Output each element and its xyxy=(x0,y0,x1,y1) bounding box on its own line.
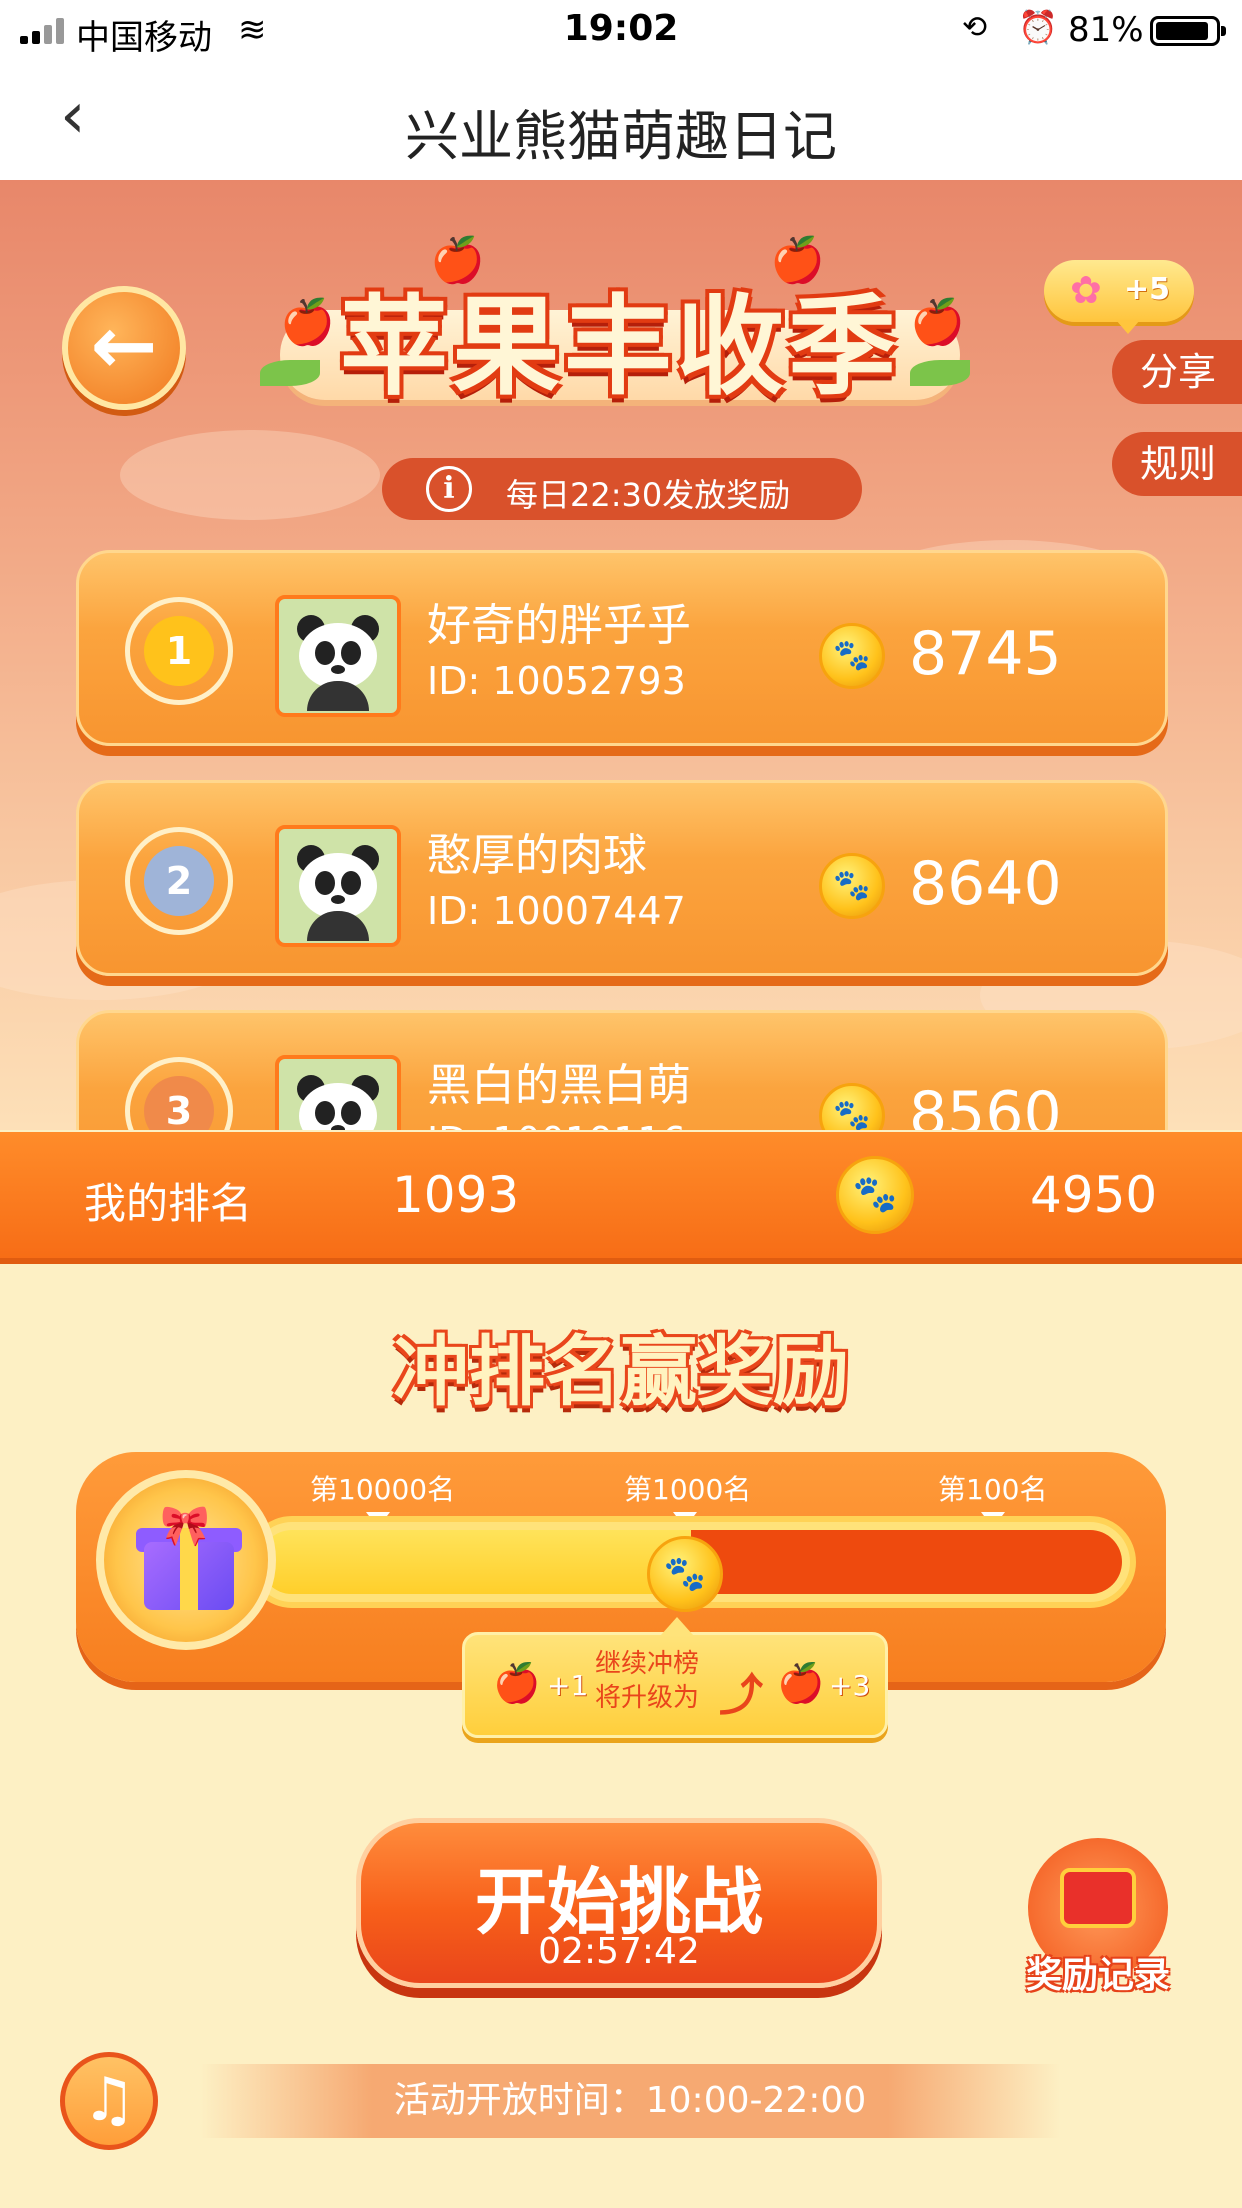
rank-medal-icon: 3 xyxy=(125,1057,233,1130)
my-rank-value: 1093 xyxy=(392,1166,520,1224)
leaderboard-row: 3 黑白的黑白萌 ID: 10019116 🐾 8560 xyxy=(76,1010,1168,1130)
reward-time-info: i 每日22:30发放奖励 xyxy=(382,458,862,520)
milestone-label: 第100名 xyxy=(938,1473,1048,1506)
battery-icon xyxy=(1150,16,1226,46)
flower-count: +5 xyxy=(1124,272,1171,307)
my-rank-label: 我的排名 xyxy=(84,1179,253,1228)
start-challenge-button[interactable]: 开始挑战 02:57:42 xyxy=(356,1818,882,1988)
alarm-icon: ⏰ xyxy=(1018,8,1058,46)
reward-section-title: 冲排名赢奖励 xyxy=(393,1327,849,1416)
current-reward: +1 xyxy=(547,1669,589,1702)
activity-open-time: 活动开放时间：10:00-22:00 xyxy=(200,2064,1060,2138)
event-title: 苹果丰收季 xyxy=(339,285,900,410)
upgrade-tip: 🍎 +1 继续冲榜 将升级为 ⤴ 🍎 +3 xyxy=(462,1617,888,1738)
rank-number: 2 xyxy=(144,846,214,916)
tip-line-1: 继续冲榜 xyxy=(595,1649,700,1679)
player-name: 黑白的黑白萌 xyxy=(427,1060,691,1111)
rank-number: 3 xyxy=(144,1076,214,1130)
progress-fill xyxy=(260,1530,691,1594)
countdown-timer: 02:57:42 xyxy=(538,1931,700,1972)
avatar xyxy=(275,1055,401,1130)
my-score-value: 4950 xyxy=(1030,1166,1158,1224)
paw-coin-icon: 🐾 xyxy=(819,623,885,689)
leaderboard-row: 2 憨厚的肉球 ID: 10007447 🐾 8640 xyxy=(76,780,1168,976)
rotation-lock-icon: ⟲ xyxy=(962,10,988,45)
nav-bar: ‹ 兴业熊猫萌趣日记 xyxy=(0,62,1242,180)
player-name: 好奇的胖乎乎 xyxy=(427,600,691,651)
tip-line-2: 将升级为 xyxy=(595,1683,700,1713)
battery-percent: 81% xyxy=(1068,10,1144,50)
page-title: 兴业熊猫萌趣日记 xyxy=(405,105,837,168)
leaderboard-row: 1 好奇的胖乎乎 ID: 10052793 🐾 8745 xyxy=(76,550,1168,746)
player-name: 憨厚的肉球 xyxy=(427,830,647,881)
back-arrow-button[interactable]: ← xyxy=(62,286,186,410)
reward-time-text: 每日22:30发放奖励 xyxy=(506,476,791,514)
game-header-area: ← 🍎 🍎 🍎 🍎 苹果丰收季 i 每日22:30发放奖励 ✿ +5 分享 规则… xyxy=(0,180,1242,1130)
player-score: 8560 xyxy=(909,1079,1062,1130)
my-rank-bar: 我的排名 1093 🐾 4950 xyxy=(0,1132,1242,1258)
next-reward: +3 xyxy=(829,1669,871,1702)
player-id: ID: 10007447 xyxy=(427,889,686,933)
event-title-banner: 🍎 🍎 🍎 🍎 苹果丰收季 xyxy=(260,235,980,410)
rank-medal-icon: 2 xyxy=(125,827,233,935)
rank-medal-icon: 1 xyxy=(125,597,233,705)
apple-icon: 🍎 xyxy=(493,1661,541,1705)
gift-box-icon[interactable]: 🎀 xyxy=(96,1470,276,1650)
rules-button[interactable]: 规则 xyxy=(1112,432,1242,496)
milestone-label: 第1000名 xyxy=(624,1473,752,1506)
avatar xyxy=(275,825,401,947)
flower-icon: ✿ xyxy=(1070,268,1102,312)
flower-badge[interactable]: ✿ +5 xyxy=(1044,260,1194,334)
music-note-icon[interactable]: ♫ xyxy=(60,2052,158,2150)
player-id: ID: 10019116 xyxy=(427,1119,686,1130)
paw-coin-icon: 🐾 xyxy=(647,1536,723,1612)
info-icon: i xyxy=(426,466,472,512)
treasure-chest-icon xyxy=(1060,1868,1136,1928)
reward-record-button[interactable]: 奖励记录 xyxy=(1018,1838,1178,1998)
milestone-label: 第10000名 xyxy=(310,1473,456,1506)
paw-coin-icon: 🐾 xyxy=(819,1083,885,1130)
player-id: ID: 10052793 xyxy=(427,659,686,703)
rank-number: 1 xyxy=(144,616,214,686)
share-button[interactable]: 分享 xyxy=(1112,340,1242,404)
paw-coin-icon: 🐾 xyxy=(836,1156,914,1234)
upgrade-tip-text: 继续冲榜 将升级为 xyxy=(595,1647,699,1715)
player-score: 8745 xyxy=(909,619,1062,689)
status-bar: 中国移动 ≋ 19:02 ⟲ ⏰ 81% xyxy=(0,0,1242,62)
arrow-up-icon: ⤴ xyxy=(719,1670,763,1721)
apple-icon: 🍎 xyxy=(777,1661,825,1705)
player-score: 8640 xyxy=(909,849,1062,919)
reward-record-label: 奖励记录 xyxy=(1025,1955,1170,1996)
paw-coin-icon: 🐾 xyxy=(819,853,885,919)
avatar xyxy=(275,595,401,717)
